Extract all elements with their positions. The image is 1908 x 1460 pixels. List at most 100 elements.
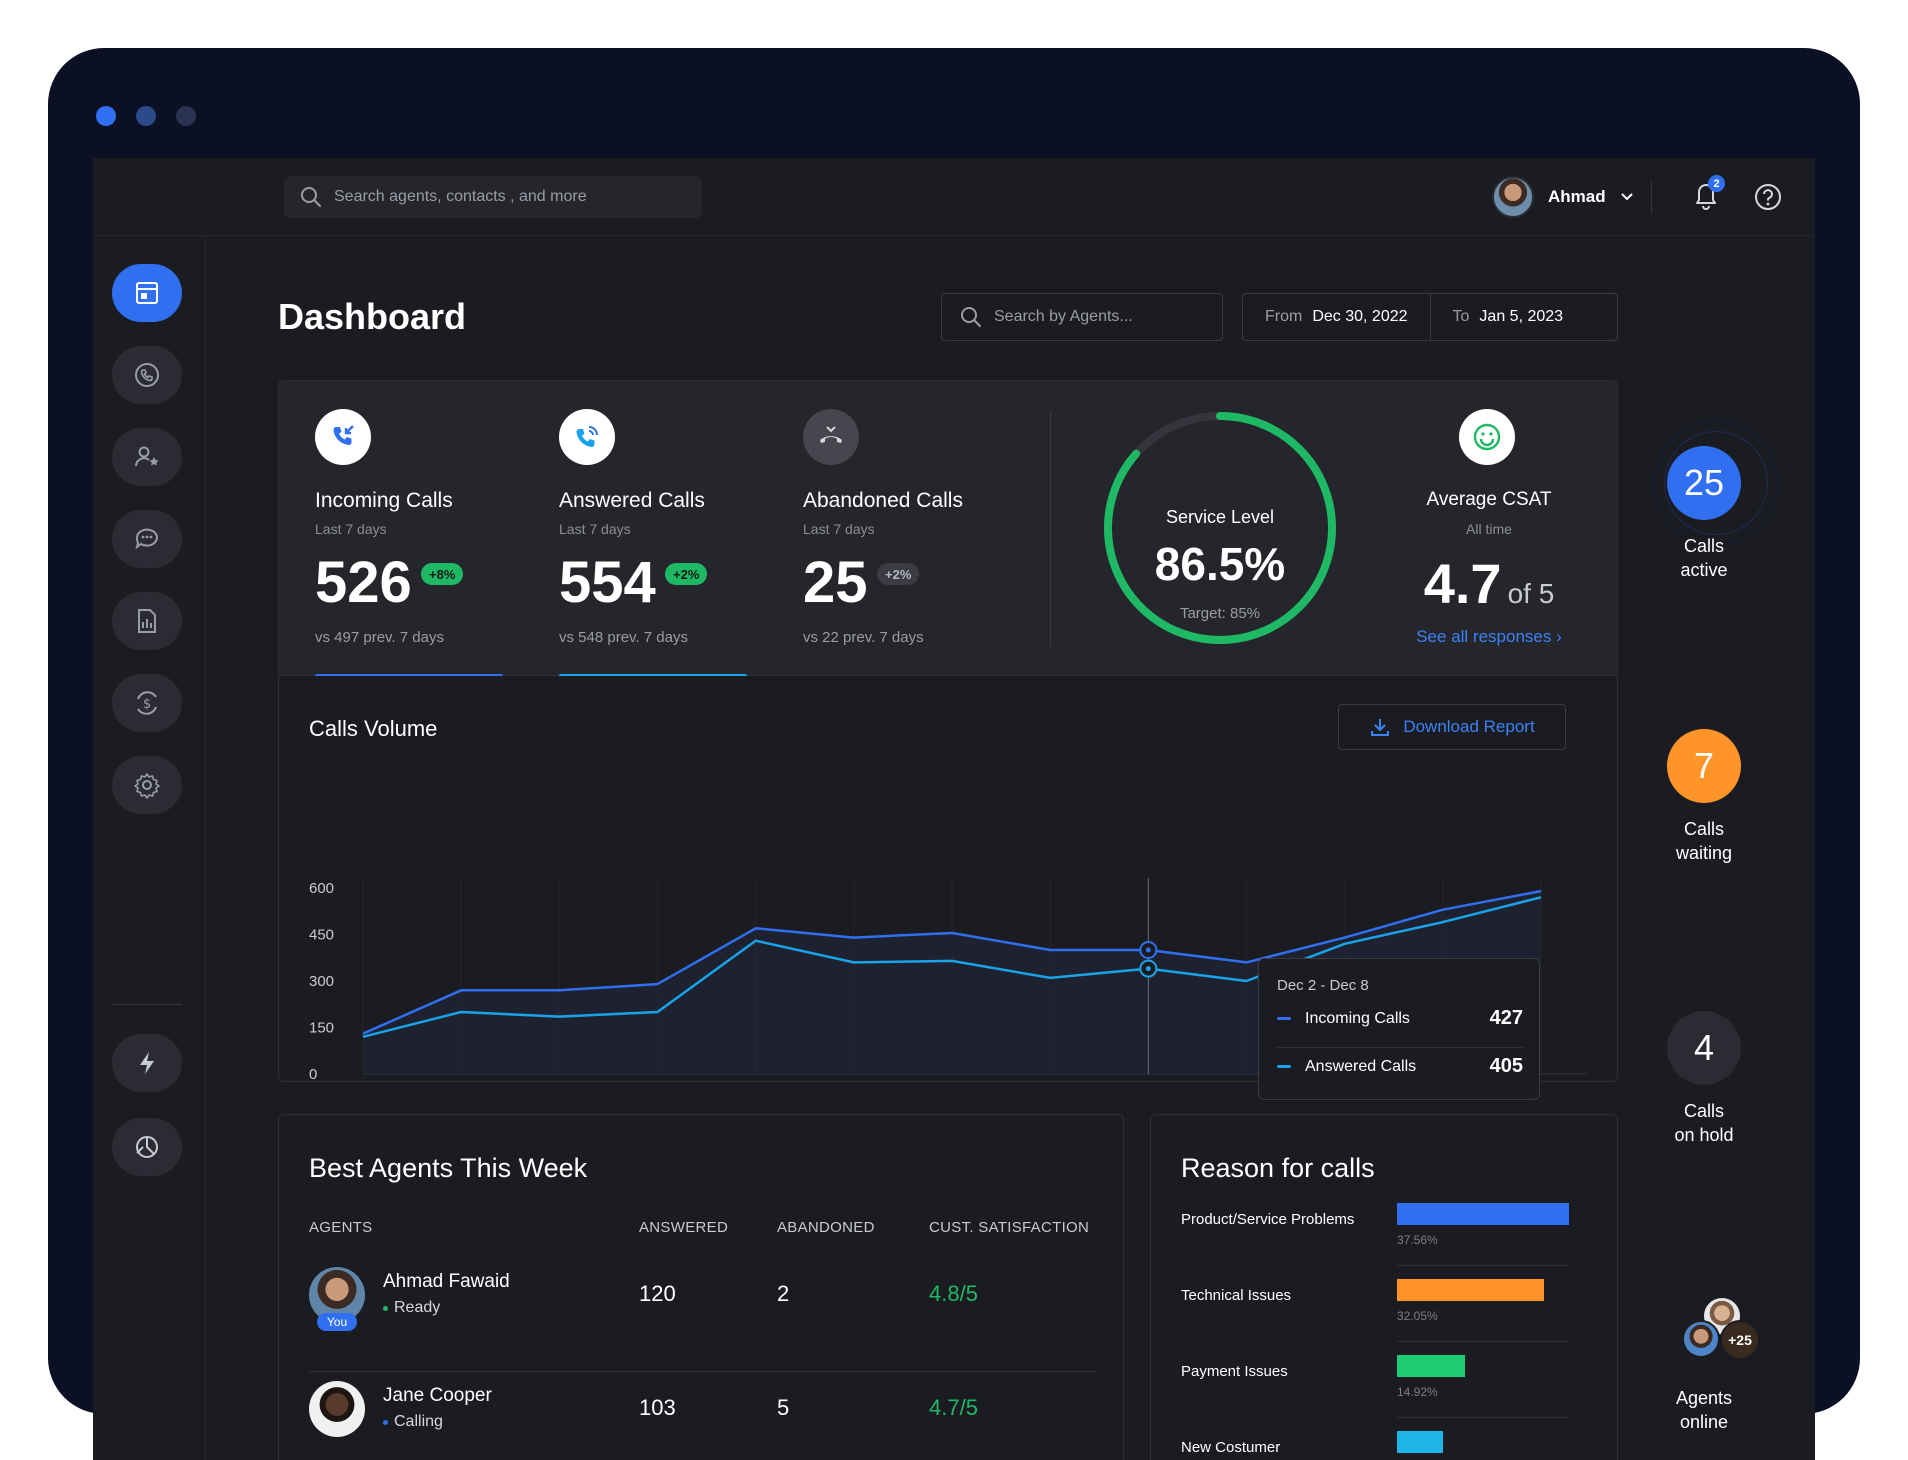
chevron-down-icon — [1620, 193, 1633, 201]
reason-item: Product/Service Problems 37.56% — [1181, 1203, 1599, 1279]
sidebar-item-calls[interactable] — [112, 346, 182, 404]
search-icon — [961, 307, 981, 327]
agents-online-stat[interactable]: Agents online — [1624, 1386, 1784, 1434]
phone-icon — [135, 363, 159, 387]
reason-label: Payment Issues — [1181, 1363, 1288, 1380]
global-search-placeholder: Search agents, contacts , and more — [334, 188, 587, 205]
calls-waiting-label-2: waiting — [1675, 843, 1733, 863]
window-control-minimize[interactable] — [136, 106, 156, 126]
report-icon — [138, 609, 156, 633]
date-to[interactable]: To Jan 5, 2023 — [1429, 294, 1586, 340]
analytics-icon — [136, 1136, 158, 1158]
tooltip-series-value: 427 — [1489, 1007, 1523, 1029]
chat-icon — [135, 528, 158, 550]
stat-label: Incoming Calls — [315, 489, 453, 512]
y-tick-label: 0 — [309, 1066, 317, 1082]
y-tick-label: 150 — [309, 1020, 334, 1037]
column-header-answered: ANSWERED — [639, 1219, 729, 1236]
stat-period: Last 7 days — [559, 521, 631, 537]
sidebar: $ — [93, 236, 206, 1460]
table-row[interactable]: You Ahmad Fawaid Ready 120 2 4.8/5 — [309, 1255, 1097, 1369]
csat-label: Average CSAT — [1426, 489, 1552, 510]
app-window: Search agents, contacts , and more Ahmad… — [93, 158, 1815, 1460]
date-from[interactable]: From Dec 30, 2022 — [1243, 294, 1430, 340]
service-level-gauge: Service Level 86.5% Target: 85% — [1101, 409, 1339, 647]
reason-bar — [1397, 1279, 1544, 1301]
table-row[interactable]: Jane Cooper Calling 103 5 4.7/5 — [309, 1369, 1097, 1460]
user-avatar — [1492, 176, 1534, 218]
svg-text:$: $ — [143, 697, 151, 712]
smile-icon — [1459, 409, 1515, 465]
calls-active-count: 25 — [1667, 446, 1741, 520]
tooltip-range: Dec 2 - Dec 8 — [1277, 977, 1369, 994]
gear-icon — [134, 773, 160, 799]
reason-item: New Costumer — [1181, 1431, 1599, 1460]
best-agents-card: Best Agents This Week AGENTS ANSWERED AB… — [278, 1114, 1124, 1460]
calls-active-label-1: Calls — [1683, 536, 1724, 556]
window-control-maximize[interactable] — [176, 106, 196, 126]
csat-out-of: of 5 — [1507, 578, 1555, 609]
calls-waiting-stat[interactable]: 7 Calls waiting — [1624, 729, 1784, 865]
column-header-satisfaction: CUST. SATISFACTION — [929, 1219, 1090, 1236]
column-header-agents: AGENTS — [309, 1219, 373, 1236]
agent-status: Ready — [383, 1299, 440, 1317]
reason-item: Payment Issues 14.92% — [1181, 1355, 1599, 1431]
agent-name: Jane Cooper — [383, 1385, 492, 1406]
stat-previous: vs 22 prev. 7 days — [803, 629, 924, 646]
agents-online-label-1: Agents — [1675, 1388, 1733, 1408]
sidebar-item-analytics[interactable] — [112, 1118, 182, 1176]
agent-search-input[interactable]: Search by Agents... — [941, 293, 1223, 341]
stat-period: Last 7 days — [803, 521, 875, 537]
stat-answered-calls[interactable]: Answered Calls Last 7 days 554 +2% vs 54… — [559, 381, 759, 678]
status-dot — [383, 1305, 388, 1311]
reason-percent: 37.56% — [1397, 1233, 1438, 1247]
dollar-cycle-icon: $ — [137, 691, 157, 715]
csat-period: All time — [1466, 521, 1512, 537]
stat-incoming-calls[interactable]: Incoming Calls Last 7 days 526 +8% vs 49… — [315, 381, 515, 678]
sidebar-item-reports[interactable] — [112, 592, 182, 650]
answered-count: 120 — [639, 1281, 676, 1306]
stat-label: Answered Calls — [559, 489, 705, 512]
sidebar-item-agents[interactable] — [112, 428, 182, 486]
reason-for-calls-card: Reason for calls Product/Service Problem… — [1150, 1114, 1618, 1460]
see-all-responses-link[interactable]: See all responses › — [1369, 627, 1609, 647]
agent-search-placeholder: Search by Agents... — [994, 308, 1133, 325]
agents-online-more-badge: +25 — [1720, 1320, 1760, 1360]
calls-on-hold-count: 4 — [1667, 1011, 1741, 1085]
sidebar-item-settings[interactable] — [112, 756, 182, 814]
reason-item: Technical Issues 32.05% — [1181, 1279, 1599, 1355]
divider — [1397, 1341, 1569, 1342]
service-level-target: Target: 85% — [1179, 605, 1261, 622]
change-badge: +8% — [421, 563, 464, 585]
calls-waiting-count: 7 — [1667, 729, 1741, 803]
sidebar-item-billing[interactable]: $ — [112, 674, 182, 732]
agent-status: Calling — [383, 1413, 443, 1431]
tooltip-row-answered: Answered Calls 405 — [1277, 1055, 1523, 1078]
stat-period: Last 7 days — [315, 521, 387, 537]
legend-swatch — [1277, 1017, 1291, 1020]
help-icon[interactable] — [1753, 182, 1783, 212]
stat-previous: vs 497 prev. 7 days — [315, 629, 444, 646]
sidebar-item-dashboard[interactable] — [112, 264, 182, 322]
average-csat: Average CSAT All time 4.7 of 5 See all re… — [1369, 381, 1609, 677]
chart-tooltip: Dec 2 - Dec 8 Incoming Calls 427 Answere… — [1258, 958, 1540, 1100]
calls-on-hold-label-1: Calls — [1683, 1101, 1724, 1121]
window-control-close[interactable] — [96, 106, 116, 126]
sidebar-item-chat[interactable] — [112, 510, 182, 568]
sidebar-item-quick-actions[interactable] — [112, 1034, 182, 1092]
calls-on-hold-stat[interactable]: 4 Calls on hold — [1624, 1011, 1784, 1147]
date-from-value: Dec 30, 2022 — [1312, 308, 1408, 325]
stat-previous: vs 548 prev. 7 days — [559, 629, 688, 646]
global-search-input[interactable]: Search agents, contacts , and more — [284, 176, 702, 218]
agents-online-label-2: online — [1679, 1412, 1729, 1432]
reason-percent: 14.92% — [1397, 1385, 1438, 1399]
reason-percent: 32.05% — [1397, 1309, 1438, 1323]
answered-call-icon — [559, 409, 615, 465]
incoming-call-icon — [315, 409, 371, 465]
stat-abandoned-calls[interactable]: Abandoned Calls Last 7 days 25 +2% vs 22… — [803, 381, 1003, 677]
user-menu[interactable]: Ahmad — [1492, 176, 1634, 218]
abandoned-count: 5 — [777, 1395, 790, 1420]
date-range-picker[interactable]: From Dec 30, 2022 To Jan 5, 2023 — [1242, 293, 1618, 341]
reason-label: Product/Service Problems — [1181, 1211, 1355, 1228]
calls-active-stat[interactable]: 25 Calls active — [1624, 446, 1784, 582]
